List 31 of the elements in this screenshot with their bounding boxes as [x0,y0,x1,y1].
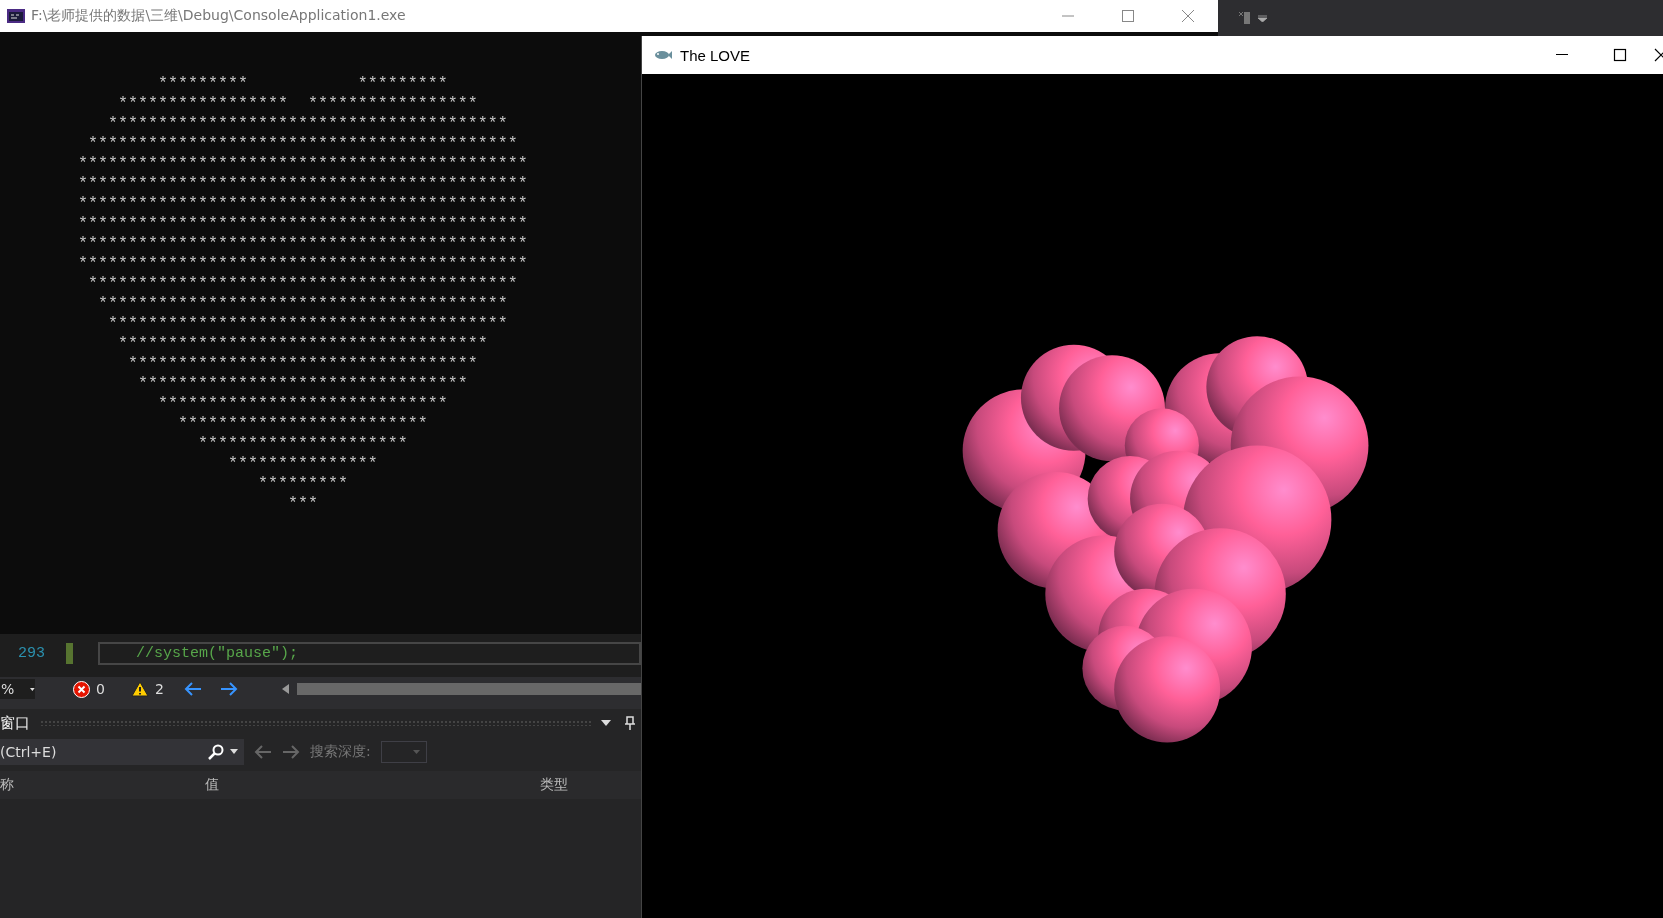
code-line: //system("pause"); [136,645,299,662]
scroll-left-icon[interactable] [281,684,289,694]
error-count: 0 [96,681,105,697]
search-field[interactable]: (Ctrl+E) [0,739,206,765]
panel-title: 窗口 [0,713,30,733]
caret-icon[interactable] [226,739,244,765]
column-header[interactable]: 值 [205,776,540,794]
caret-icon[interactable] [30,686,35,692]
window-title: The LOVE [680,46,751,64]
error-icon[interactable] [73,680,90,698]
column-header[interactable]: 称 [0,776,205,794]
warning-count: 2 [154,681,164,697]
document-icon[interactable] [1238,10,1252,26]
caret-icon[interactable] [1258,14,1267,22]
forward-arrow-icon[interactable] [219,682,238,696]
warning-icon[interactable] [130,681,149,697]
console-output: ********* ********* ***************** ***************** **************************************** ******************************************* ********************************************* ********************************************* ********************************************* ********************************************* ********************************************* ********************************************* ******************************************* ***************************************** **************************************** ************************************* *********************************** ********************************* ***************************** ************************* ********************* *************** ********* *** [78,74,528,514]
window-title: F:\老师提供的数据\三维\Debug\ConsoleApplication1.exe [31,7,406,25]
scrollbar-thumb[interactable] [296,683,641,695]
pin-icon[interactable] [625,716,635,730]
fish-icon [654,50,672,60]
zoom-dropdown[interactable]: % [0,679,35,699]
console-icon [7,9,25,23]
column-header[interactable]: 类型 [540,776,568,794]
back-arrow-icon[interactable] [254,745,272,759]
back-arrow-icon[interactable] [183,682,202,696]
caret-icon [412,750,420,754]
depth-label: 搜索深度: [310,743,371,761]
line-number: 293 [17,645,46,662]
forward-arrow-icon[interactable] [282,745,300,759]
caret-icon[interactable] [601,720,611,726]
